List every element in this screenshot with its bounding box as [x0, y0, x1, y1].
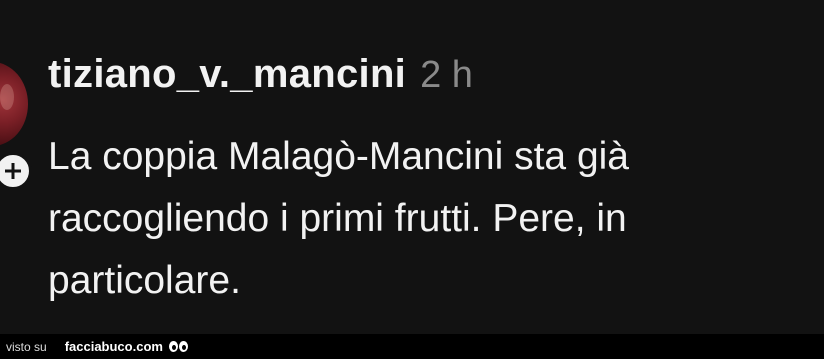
comment-text: La coppia Malagò-Mancini sta già raccogl…: [48, 126, 788, 312]
timestamp: 2 h: [420, 54, 473, 96]
eye-right-icon: [178, 341, 188, 352]
watermark-bar: visto su facciabuco.com: [0, 334, 824, 359]
avatar[interactable]: [0, 62, 28, 146]
comment-text-line: raccogliendo i primi frutti. Pere, in: [48, 197, 627, 240]
screen: tiziano_v._mancini 2 h La coppia Malagò-…: [0, 0, 824, 359]
plus-icon[interactable]: [0, 152, 32, 190]
comment: tiziano_v._mancini 2 h La coppia Malagò-…: [48, 52, 808, 312]
comment-text-line: La coppia Malagò-Mancini sta già: [48, 135, 630, 178]
comment-text-line: particolare.: [48, 259, 241, 302]
site-name: facciabuco.com: [64, 339, 163, 354]
username[interactable]: tiziano_v._mancini: [48, 52, 406, 97]
eyes-icon: [168, 341, 188, 352]
visto-label: visto su: [6, 339, 47, 354]
comment-header: tiziano_v._mancini 2 h: [48, 52, 808, 102]
avatar-highlight: [0, 84, 14, 110]
eye-left-icon: [168, 341, 178, 352]
